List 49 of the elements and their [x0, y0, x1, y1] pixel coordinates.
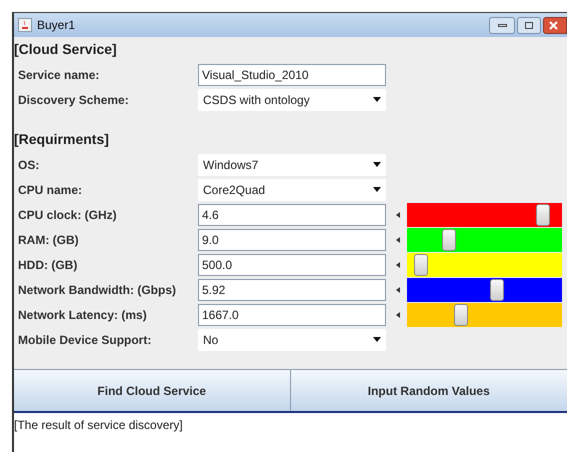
field-label: CPU clock: (GHz) — [17, 206, 118, 224]
caret-icon — [373, 97, 381, 102]
field-label: RAM: (GB) — [17, 232, 80, 248]
section-heading: [Cloud Service] — [14, 40, 118, 59]
left-arrow-icon[interactable] — [396, 286, 400, 292]
slider-track[interactable] — [407, 278, 562, 302]
left-arrow-icon[interactable] — [396, 236, 400, 242]
field-label: Service name: — [17, 66, 100, 84]
action-button[interactable]: Input Random Values — [290, 370, 567, 411]
field-label: Discovery Scheme: — [17, 92, 130, 108]
slider-track[interactable] — [407, 202, 562, 226]
field-label: CPU name: — [17, 182, 84, 198]
slider-thumb[interactable] — [442, 228, 456, 250]
slider-thumb[interactable] — [536, 204, 550, 226]
slider-thumb[interactable] — [414, 254, 428, 276]
text-field[interactable]: 5.92 — [198, 278, 386, 300]
window-title: Buyer1 — [37, 17, 76, 34]
slider-track[interactable] — [407, 252, 562, 276]
text-field[interactable]: 500.0 — [198, 254, 386, 276]
slider-thumb[interactable] — [454, 304, 468, 326]
text-field[interactable]: 4.6 — [198, 204, 386, 226]
left-arrow-icon[interactable] — [396, 212, 400, 218]
text-field[interactable]: Visual_Studio_2010 — [198, 64, 386, 86]
slider-track[interactable] — [407, 302, 562, 326]
dropdown[interactable]: Windows7 — [198, 154, 386, 176]
text-field[interactable]: 9.0 — [198, 228, 386, 250]
caret-icon — [373, 337, 381, 342]
left-arrow-icon[interactable] — [396, 312, 400, 318]
section-heading: [Requirments] — [14, 130, 110, 149]
result-text: [The result of service discovery] — [14, 418, 183, 432]
field-label: Mobile Device Support: — [17, 332, 152, 348]
field-label: Network Bandwidth: (Gbps) — [17, 282, 177, 298]
close-icon — [549, 20, 558, 30]
text-field[interactable]: 1667.0 — [198, 304, 386, 326]
dropdown[interactable]: CSDS with ontology — [198, 88, 386, 110]
action-button[interactable]: Find Cloud Service — [14, 370, 291, 411]
field-label: HDD: (GB) — [17, 256, 78, 274]
maximize-button[interactable] — [517, 16, 541, 34]
close-button[interactable] — [543, 16, 567, 34]
field-label: OS: — [17, 156, 40, 174]
dropdown[interactable]: Core2Quad — [198, 178, 386, 200]
field-label: Network Latency: (ms) — [17, 306, 148, 324]
dropdown[interactable]: No — [198, 328, 386, 350]
left-arrow-icon[interactable] — [396, 262, 400, 268]
caret-icon — [373, 187, 381, 192]
slider-thumb[interactable] — [490, 278, 504, 300]
minimize-button[interactable] — [489, 16, 515, 34]
caret-icon — [373, 162, 381, 167]
slider-track[interactable] — [407, 228, 562, 252]
